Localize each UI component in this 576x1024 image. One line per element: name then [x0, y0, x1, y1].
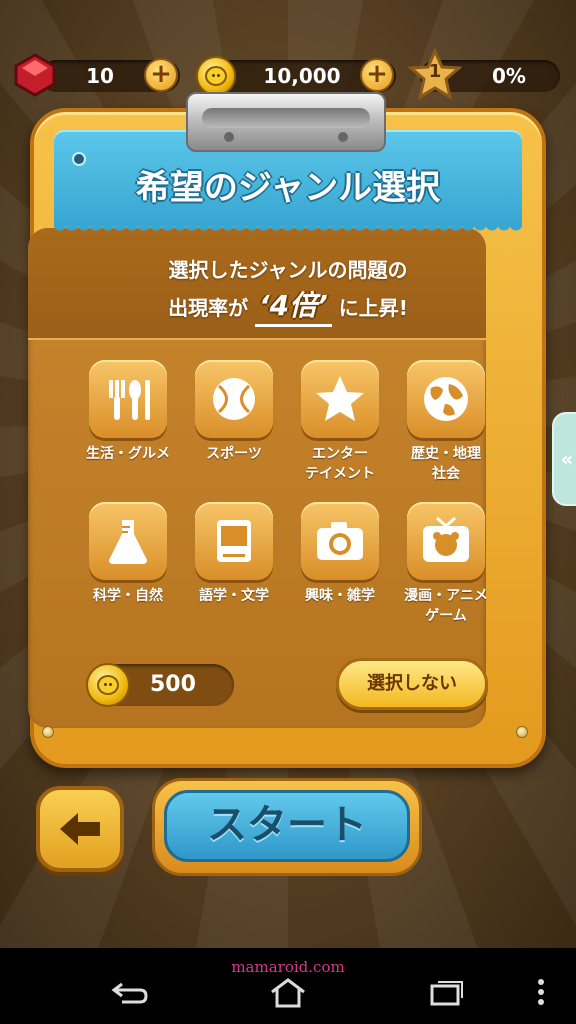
genre-label: スポーツ	[206, 446, 262, 462]
genre-label: 生活・グルメ	[86, 446, 170, 462]
panel-description: 選択したジャンルの問題の 出現率が ‘4倍’ に上昇!	[54, 252, 522, 327]
genre-label: 漫画・アニメ ゲーム	[404, 588, 488, 624]
genre-label: 科学・自然	[93, 588, 163, 604]
desc-line-2: 出現率が ‘4倍’ に上昇!	[54, 288, 522, 327]
menu-nav-icon[interactable]	[526, 976, 556, 1010]
ruby-icon	[14, 53, 56, 97]
no-selection-button[interactable]: 選択しない	[336, 658, 488, 710]
genre-lifestyle-gourmet[interactable]: 生活・グルメ	[78, 360, 178, 464]
start-button[interactable]: スタート	[164, 790, 410, 862]
panel-title: 希望のジャンル選択	[135, 168, 441, 208]
genre-hobby-trivia[interactable]: 興味・雑学	[290, 502, 390, 606]
home-nav-icon[interactable]	[266, 976, 310, 1010]
back-button[interactable]	[36, 786, 124, 872]
genre-science-nature[interactable]: 科学・自然	[78, 502, 178, 606]
level-number: 1	[428, 61, 442, 82]
bolt-icon	[516, 726, 528, 738]
coin-icon	[196, 56, 236, 96]
side-tab[interactable]: «	[552, 412, 576, 506]
genre-label: エンター テイメント	[305, 446, 375, 482]
bolt-icon	[42, 726, 54, 738]
arrow-left-icon	[60, 813, 100, 845]
flask-icon	[89, 502, 167, 580]
add-ruby-button[interactable]: +	[144, 58, 178, 92]
coin-icon	[86, 663, 130, 707]
ruby-count: 10	[86, 64, 114, 88]
genre-manga-anime-game[interactable]: 漫画・アニメ ゲーム	[396, 502, 496, 626]
genre-language-literature[interactable]: 語学・文学	[184, 502, 284, 606]
cutlery-icon	[89, 360, 167, 438]
genre-entertainment[interactable]: エンター テイメント	[290, 360, 390, 484]
tv-icon	[407, 502, 485, 580]
genre-label: 語学・文学	[199, 588, 269, 604]
level-progress-value: 0%	[492, 64, 526, 88]
coin-count: 10,000	[263, 64, 341, 88]
multiplier-highlight: ‘4倍’	[255, 288, 332, 327]
star-icon	[301, 360, 379, 438]
desc-line-1: 選択したジャンルの問題の	[168, 258, 408, 282]
genre-label: 興味・雑学	[305, 588, 375, 604]
camera-icon	[301, 502, 379, 580]
back-nav-icon[interactable]	[108, 976, 152, 1010]
clipboard-clip	[186, 92, 386, 152]
genre-history-geography[interactable]: 歴史・地理 社会	[396, 360, 496, 484]
ball-icon	[195, 360, 273, 438]
add-coin-button[interactable]: +	[360, 58, 394, 92]
book-icon	[195, 502, 273, 580]
recents-nav-icon[interactable]	[424, 976, 468, 1010]
cost-value: 500	[150, 672, 196, 697]
globe-icon	[407, 360, 485, 438]
genre-label: 歴史・地理 社会	[411, 446, 481, 482]
watermark: mamaroid.com	[231, 958, 345, 976]
game-screen: 10 + 10,000 + 0% 1 希望のジャンル選択 選択したジャンルの問題…	[0, 0, 576, 948]
genre-sports[interactable]: スポーツ	[184, 360, 284, 464]
